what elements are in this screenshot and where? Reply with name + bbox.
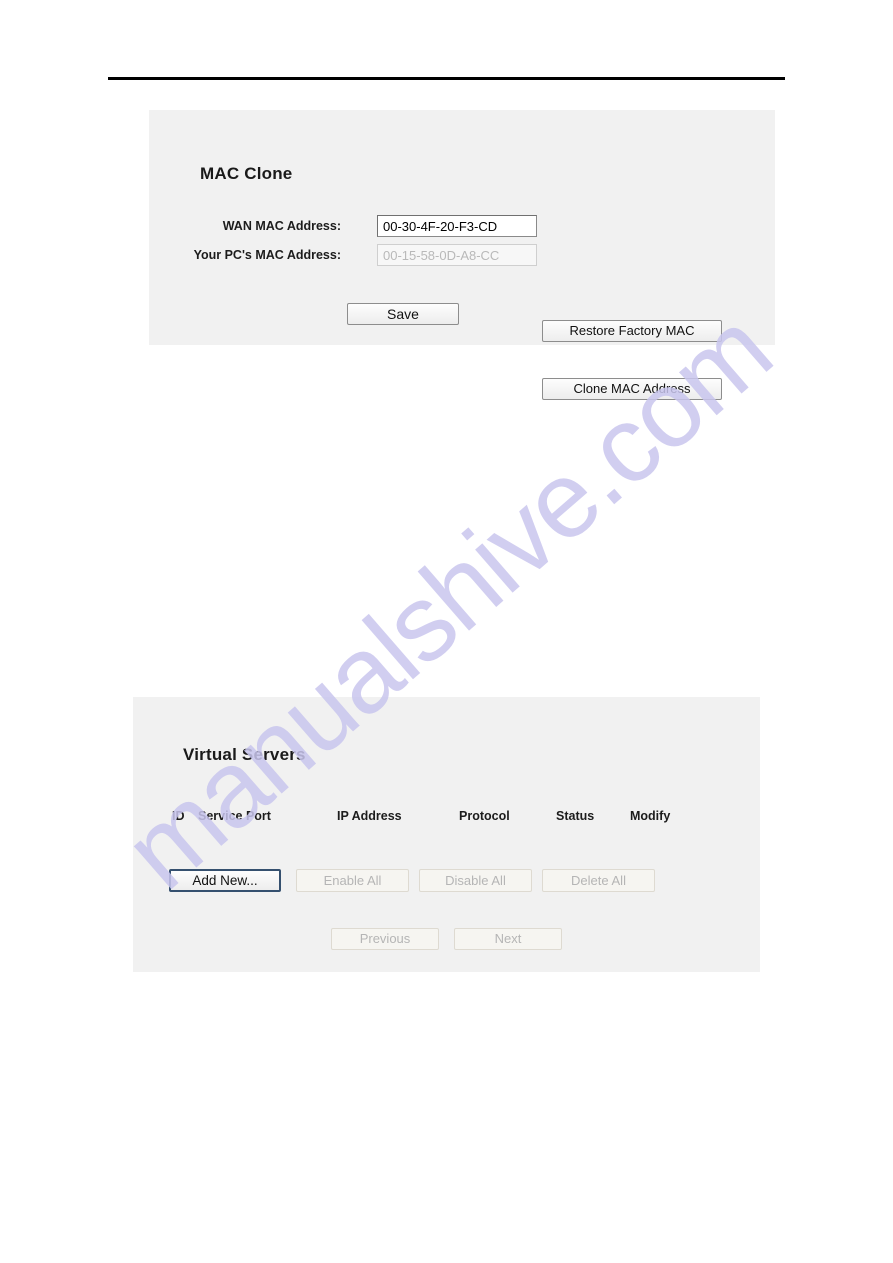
wan-mac-address-label: WAN MAC Address: (222, 219, 341, 233)
pc-mac-address-label: Your PC's MAC Address: (193, 248, 341, 262)
disable-all-button: Disable All (419, 869, 532, 892)
column-header-status: Status (556, 809, 595, 823)
enable-all-button: Enable All (296, 869, 409, 892)
column-header-ip-address: IP Address (337, 809, 402, 823)
column-header-modify: Modify (630, 809, 671, 823)
wan-mac-address-row: WAN MAC Address: Restore Factory MAC (149, 215, 775, 342)
save-button[interactable]: Save (347, 303, 459, 325)
previous-page-button: Previous (331, 928, 439, 950)
mac-clone-panel: MAC Clone WAN MAC Address: Restore Facto… (149, 110, 775, 400)
virtual-servers-table-header: ID Service Port IP Address Protocol Stat… (133, 809, 760, 829)
virtual-servers-panel: Virtual Servers ID Service Port IP Addre… (133, 697, 760, 972)
document-page: manualshive.com MAC Clone WAN MAC Addres… (0, 0, 893, 1263)
delete-all-button: Delete All (542, 869, 655, 892)
column-header-id: ID (172, 809, 185, 823)
pc-mac-address-row: Your PC's MAC Address: Clone MAC Address (149, 244, 775, 400)
virtual-servers-title: Virtual Servers (183, 745, 306, 764)
next-page-button: Next (454, 928, 562, 950)
mac-clone-title: MAC Clone (200, 164, 293, 183)
add-new-button[interactable]: Add New... (169, 869, 281, 892)
column-header-protocol: Protocol (459, 809, 510, 823)
header-rule (108, 77, 785, 80)
wan-mac-address-input[interactable] (377, 215, 537, 237)
column-header-service-port: Service Port (198, 809, 271, 823)
clone-mac-address-button[interactable]: Clone MAC Address (542, 378, 722, 400)
restore-factory-mac-button[interactable]: Restore Factory MAC (542, 320, 722, 342)
pc-mac-address-input (377, 244, 537, 266)
